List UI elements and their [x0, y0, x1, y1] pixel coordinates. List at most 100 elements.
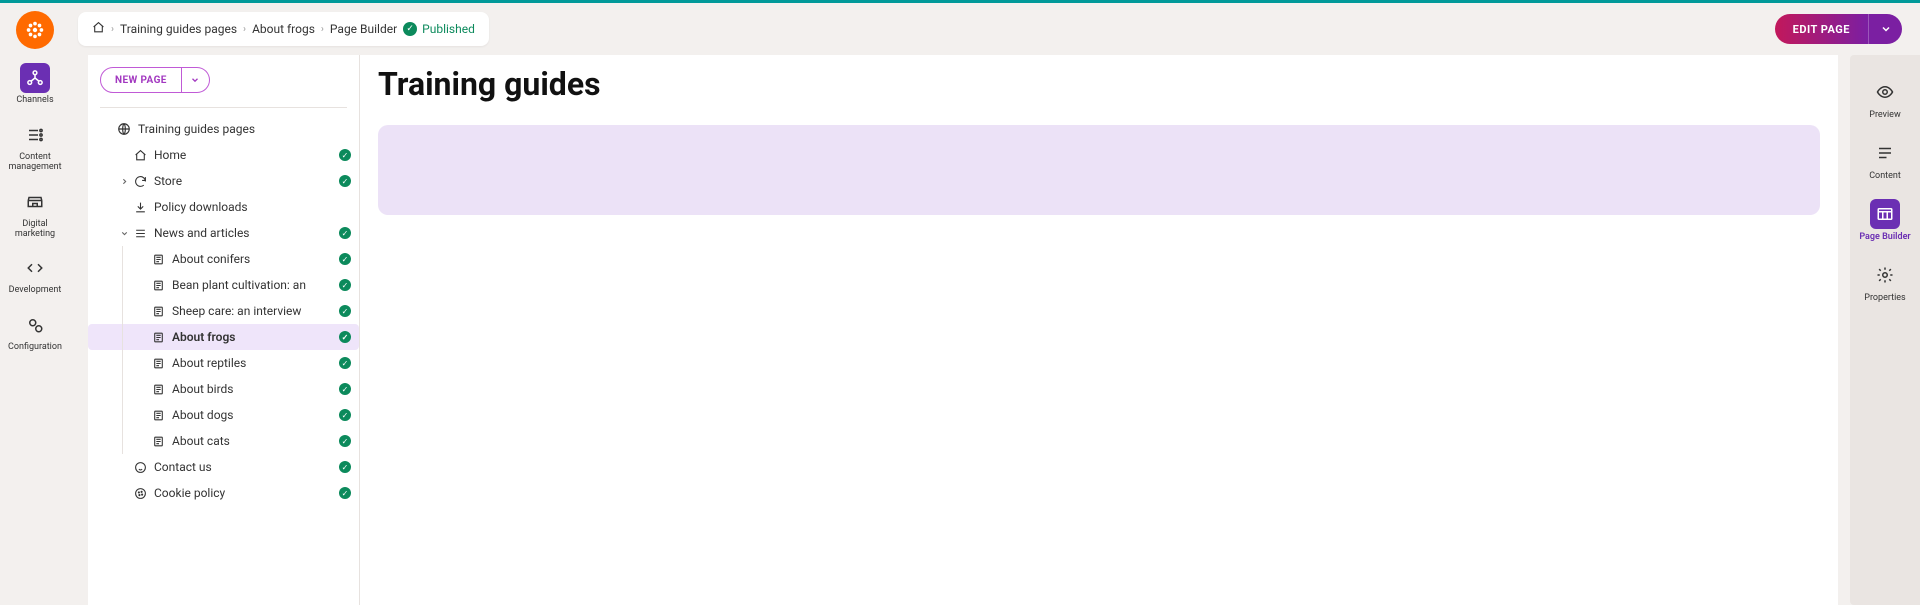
tree-item[interactable]: About cats✓ — [88, 428, 359, 454]
breadcrumb: › Training guides pages › About frogs › … — [78, 12, 489, 46]
rail-label: Digital marketing — [5, 220, 65, 240]
page-tree-panel: NEW PAGE Training guides pages Home✓St — [88, 55, 360, 605]
rail-content-management[interactable]: Content management — [5, 120, 65, 173]
chevron-right-icon: › — [321, 24, 324, 35]
right-rail-label: Preview — [1869, 110, 1900, 120]
tree-label: Policy downloads — [154, 200, 351, 214]
breadcrumb-item[interactable]: About frogs — [252, 22, 315, 36]
tree-item[interactable]: Contact us✓ — [88, 454, 359, 480]
right-rail-page-builder[interactable]: Page Builder — [1855, 199, 1915, 242]
new-page-dropdown[interactable] — [182, 67, 210, 93]
tree-item[interactable]: About dogs✓ — [88, 402, 359, 428]
rail-digital-marketing[interactable]: Digital marketing — [5, 187, 65, 240]
tree-item[interactable]: About frogs✓ — [88, 324, 359, 350]
tree-label: About birds — [172, 382, 339, 396]
page-title: Training guides — [360, 55, 1838, 115]
home-icon[interactable] — [92, 21, 105, 37]
tree-label: About cats — [172, 434, 339, 448]
check-icon: ✓ — [339, 357, 351, 369]
app-logo[interactable] — [16, 11, 54, 49]
home-icon — [132, 147, 148, 163]
check-icon: ✓ — [339, 279, 351, 291]
tree-guide — [122, 272, 123, 298]
right-rail-label: Properties — [1864, 293, 1905, 303]
check-icon: ✓ — [403, 22, 417, 36]
tree-label: News and articles — [154, 226, 339, 240]
check-icon: ✓ — [339, 305, 351, 317]
eye-icon — [1870, 77, 1900, 107]
rail-label: Development — [9, 286, 62, 296]
tree-item[interactable]: Sheep care: an interview ✓ — [88, 298, 359, 324]
list-icon — [132, 225, 148, 241]
page-builder-icon — [1870, 199, 1900, 229]
content-icon — [1870, 138, 1900, 168]
tree-item[interactable]: About conifers✓ — [88, 246, 359, 272]
rail-label: Configuration — [8, 343, 62, 353]
tree-item[interactable]: About reptiles✓ — [88, 350, 359, 376]
tree-item[interactable]: Home✓ — [88, 142, 359, 168]
tree-label: Bean plant cultivation: an — [172, 278, 339, 292]
page-canvas[interactable]: Training guides — [360, 55, 1838, 605]
check-icon: ✓ — [339, 227, 351, 239]
download-icon — [132, 199, 148, 215]
tree-guide — [122, 350, 123, 376]
article-icon — [150, 329, 166, 345]
rail-development[interactable]: Development — [5, 253, 65, 296]
tree-item[interactable]: News and articles✓ — [88, 220, 359, 246]
rail-configuration[interactable]: Configuration — [5, 310, 65, 353]
article-icon — [150, 251, 166, 267]
tree-item[interactable]: About birds✓ — [88, 376, 359, 402]
tree-label: About reptiles — [172, 356, 339, 370]
contact-icon — [132, 459, 148, 475]
tree-guide — [122, 428, 123, 454]
article-icon — [150, 355, 166, 371]
tree-item[interactable]: Cookie policy✓ — [88, 480, 359, 506]
chevron-down-icon — [190, 75, 200, 85]
tree-root[interactable]: Training guides pages — [88, 116, 359, 142]
right-rail-properties[interactable]: Properties — [1855, 260, 1915, 303]
page-tree: Training guides pages Home✓Store✓Policy … — [88, 116, 359, 506]
article-icon — [150, 277, 166, 293]
gear-icon — [1870, 260, 1900, 290]
page-builder-placeholder[interactable] — [378, 125, 1820, 215]
check-icon: ✓ — [339, 149, 351, 161]
content-management-icon — [20, 120, 50, 150]
tree-label: About conifers — [172, 252, 339, 266]
edit-page-button[interactable]: EDIT PAGE — [1775, 14, 1868, 44]
app-shell: Channels Content management Digital mark… — [0, 3, 1920, 605]
configuration-icon — [20, 310, 50, 340]
digital-marketing-icon — [20, 187, 50, 217]
tree-label: Cookie policy — [154, 486, 339, 500]
check-icon: ✓ — [339, 253, 351, 265]
check-icon: ✓ — [339, 383, 351, 395]
right-rail-content[interactable]: Content — [1855, 138, 1915, 181]
article-icon — [150, 381, 166, 397]
right-rail-preview[interactable]: Preview — [1855, 77, 1915, 120]
spin-icon — [132, 173, 148, 189]
edit-page-split: EDIT PAGE — [1775, 14, 1902, 44]
status-label: Published — [422, 22, 475, 36]
check-icon: ✓ — [339, 487, 351, 499]
check-icon: ✓ — [339, 461, 351, 473]
breadcrumb-item[interactable]: Page Builder — [330, 22, 397, 36]
cookie-icon — [132, 485, 148, 501]
tree-item[interactable]: Policy downloads — [88, 194, 359, 220]
logo-flower-icon — [24, 19, 46, 41]
tree-label: About frogs — [172, 330, 339, 344]
article-icon — [150, 433, 166, 449]
check-icon: ✓ — [339, 331, 351, 343]
chevron-right-icon: › — [111, 24, 114, 35]
chevron-right-icon[interactable] — [116, 177, 132, 186]
chevron-down-icon[interactable] — [116, 229, 132, 238]
breadcrumb-item[interactable]: Training guides pages — [120, 22, 237, 36]
rail-channels[interactable]: Channels — [5, 63, 65, 106]
tree-guide — [122, 324, 123, 350]
tree-item[interactable]: Store✓ — [88, 168, 359, 194]
new-page-button[interactable]: NEW PAGE — [100, 67, 182, 93]
tree-label: Home — [154, 148, 339, 162]
right-rail-label: Content — [1869, 171, 1901, 181]
site-icon — [116, 121, 132, 137]
new-page-split: NEW PAGE — [100, 67, 347, 93]
tree-item[interactable]: Bean plant cultivation: an✓ — [88, 272, 359, 298]
edit-page-dropdown[interactable] — [1868, 14, 1902, 44]
